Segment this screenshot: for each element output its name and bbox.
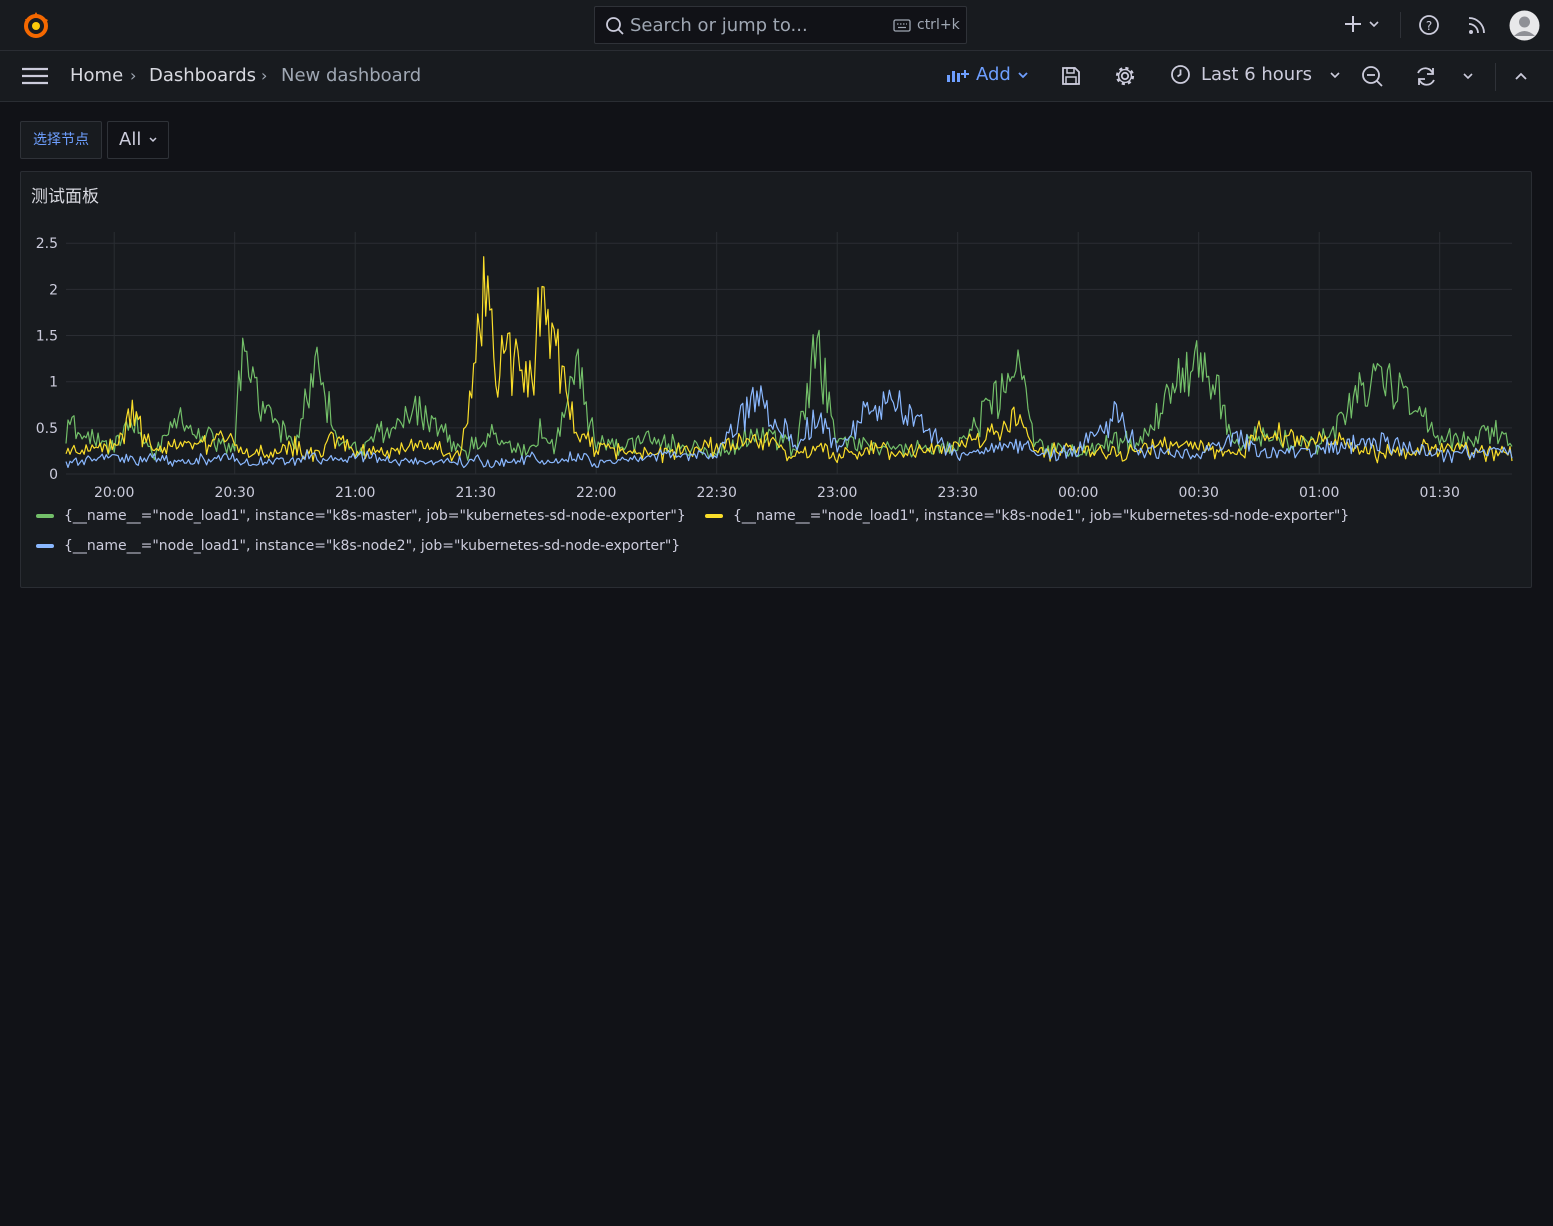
legend-item-k8s-node2[interactable]: {__name__="node_load1", instance="k8s-no…	[36, 538, 680, 554]
x-tick-label: 22:30	[697, 485, 737, 501]
new-plus-icon[interactable]	[1343, 12, 1383, 38]
y-tick-label: 2	[49, 282, 58, 298]
legend-swatch	[705, 514, 723, 518]
collapse-chevron-up-icon[interactable]	[1513, 70, 1529, 82]
menu-icon[interactable]	[22, 66, 48, 86]
help-icon[interactable]: ?	[1417, 12, 1441, 38]
save-icon[interactable]	[1060, 65, 1082, 87]
x-tick-label: 22:00	[576, 485, 616, 501]
y-tick-label: 2.5	[36, 236, 58, 252]
time-series-chart[interactable]: 0 0.5 1 1.5 2 2.5 20:00 20:30 21:00 21:30 22:00 22:…	[21, 172, 1531, 587]
chevron-down-icon	[149, 137, 157, 143]
x-tick-label: 01:00	[1299, 485, 1339, 501]
avatar[interactable]	[1509, 10, 1540, 41]
refresh-icon[interactable]	[1414, 65, 1438, 88]
y-tick-label: 1	[49, 375, 58, 391]
x-tick-label: 01:30	[1420, 485, 1460, 501]
divider	[1400, 12, 1401, 38]
legend-item-k8s-node1[interactable]: {__name__="node_load1", instance="k8s-no…	[705, 508, 1349, 524]
x-tick-label: 21:00	[335, 485, 375, 501]
search-placeholder: Search or jump to...	[630, 15, 808, 36]
variable-select[interactable]: All	[107, 121, 169, 159]
grafana-logo-icon[interactable]	[20, 10, 52, 42]
dashboard-nav-bar: Home › Dashboards › New dashboard Add La…	[0, 51, 1553, 102]
legend-label: {__name__="node_load1", instance="k8s-no…	[733, 508, 1350, 524]
svg-text:?: ?	[1426, 19, 1432, 33]
chevron-down-icon	[1018, 71, 1028, 78]
x-tick-label: 23:00	[817, 485, 857, 501]
breadcrumb-separator: ›	[261, 66, 268, 85]
y-tick-label: 1.5	[36, 329, 58, 345]
zoom-out-icon[interactable]	[1361, 65, 1384, 88]
x-tick-label: 20:00	[94, 485, 134, 501]
legend-swatch	[36, 544, 54, 548]
x-tick-label: 21:30	[456, 485, 496, 501]
legend-item-k8s-master[interactable]: {__name__="node_load1", instance="k8s-ma…	[36, 508, 686, 524]
legend-swatch	[36, 514, 54, 518]
breadcrumb-dashboards[interactable]: Dashboards	[149, 65, 256, 86]
breadcrumb-separator: ›	[130, 66, 137, 85]
breadcrumb-home[interactable]: Home	[70, 65, 123, 86]
variable-select-value: All	[119, 129, 142, 150]
add-button[interactable]: Add	[946, 64, 1029, 85]
breadcrumb-current: New dashboard	[281, 65, 422, 86]
refresh-interval-chevron-icon[interactable]	[1461, 71, 1475, 81]
chevron-down-icon	[1330, 71, 1340, 78]
time-range-picker[interactable]: Last 6 hours	[1170, 64, 1342, 85]
keyboard-icon	[893, 19, 911, 32]
search-input[interactable]: Search or jump to... ctrl+k	[594, 6, 967, 44]
add-panel-icon	[947, 69, 969, 82]
y-tick-label: 0	[49, 467, 58, 483]
x-tick-label: 00:00	[1058, 485, 1098, 501]
legend-label: {__name__="node_load1", instance="k8s-ma…	[64, 508, 686, 524]
rss-icon[interactable]	[1466, 12, 1490, 38]
add-button-label: Add	[976, 64, 1011, 85]
y-tick-label: 0.5	[36, 421, 58, 437]
top-bar: Search or jump to... ctrl+k ?	[0, 0, 1553, 51]
variable-label: 选择节点	[20, 121, 102, 159]
x-tick-label: 23:30	[938, 485, 978, 501]
time-range-label: Last 6 hours	[1201, 64, 1312, 85]
search-icon	[606, 17, 624, 35]
legend-label: {__name__="node_load1", instance="k8s-no…	[64, 538, 681, 554]
series-line-1	[65, 256, 1513, 464]
clock-icon	[1171, 65, 1190, 84]
x-tick-label: 00:30	[1179, 485, 1219, 501]
settings-gear-icon[interactable]	[1114, 65, 1136, 87]
x-tick-label: 20:30	[215, 485, 255, 501]
time-series-panel[interactable]: 测试面板 0 0.5 1 1.5 2 2.5 20:00 20:30 21:00 21:30 22:…	[20, 171, 1532, 588]
divider	[1495, 63, 1496, 91]
search-shortcut: ctrl+k	[917, 17, 960, 33]
